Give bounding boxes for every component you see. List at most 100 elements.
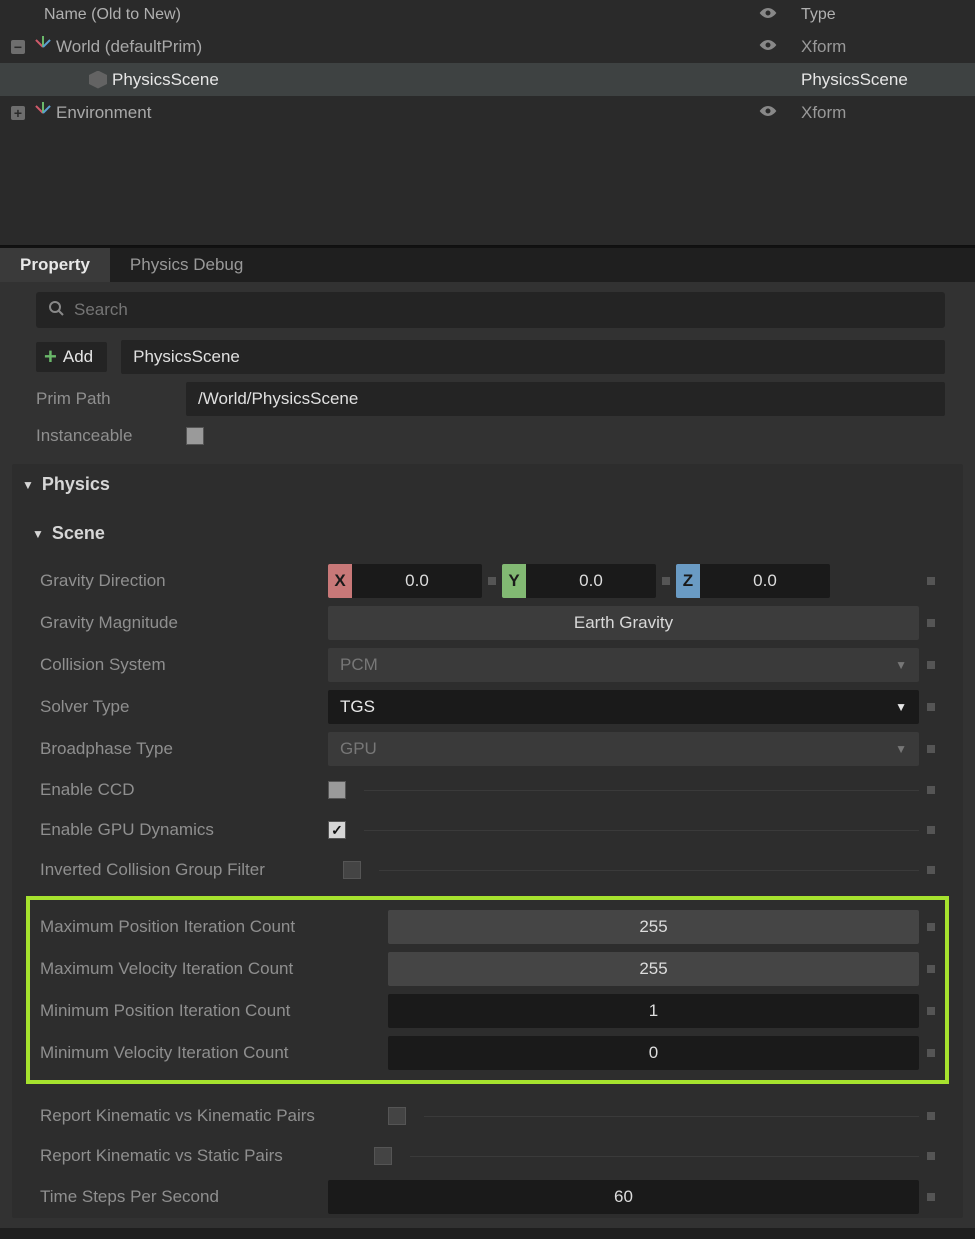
section-scene: ▼ Scene Gravity Direction X (26, 513, 949, 1218)
prim-path-label: Prim Path (36, 389, 172, 409)
tree-item-name: PhysicsScene (112, 70, 743, 90)
section-scene-header[interactable]: ▼ Scene (26, 513, 949, 554)
gravity-y: Y (502, 564, 656, 598)
gravity-x-input[interactable] (352, 564, 482, 598)
tabs-bar: Property Physics Debug (0, 246, 975, 282)
reset-dot[interactable] (927, 703, 935, 711)
reset-dot[interactable] (927, 619, 935, 627)
expand-toggle[interactable]: − (8, 40, 28, 54)
axis-icon (28, 38, 56, 56)
chevron-down-icon: ▼ (22, 478, 34, 492)
enable-gpu-checkbox[interactable] (328, 821, 346, 839)
y-badge: Y (502, 564, 526, 598)
reset-dot[interactable] (927, 661, 935, 669)
tree-item-type: PhysicsScene (793, 70, 967, 90)
reset-dot[interactable] (927, 826, 935, 834)
instanceable-checkbox[interactable] (186, 427, 204, 445)
row-gravity-magnitude: Gravity Magnitude Earth Gravity (40, 602, 935, 644)
outliner-tree: −World (defaultPrim)XformPhysicsScenePhy… (0, 30, 975, 129)
reset-dot[interactable] (927, 866, 935, 874)
reset-dot[interactable] (927, 1112, 935, 1120)
earth-gravity-button[interactable]: Earth Gravity (328, 606, 919, 640)
x-badge: X (328, 564, 352, 598)
reset-dot[interactable] (927, 1152, 935, 1160)
outliner-header-name[interactable]: Name (Old to New) (8, 6, 743, 24)
reset-dot[interactable] (927, 1193, 935, 1201)
reset-dot[interactable] (927, 965, 935, 973)
add-button[interactable]: + Add (36, 342, 107, 372)
search-row (36, 292, 945, 328)
outliner-header-type: Type (793, 6, 967, 24)
visibility-header-icon (743, 6, 793, 25)
cube-icon (84, 71, 112, 89)
tree-row[interactable]: − World (defaultPrim) Xform (0, 30, 975, 63)
reset-dot[interactable] (927, 1007, 935, 1015)
property-panel: + Add PhysicsScene Prim Path /World/Phys… (0, 282, 975, 1228)
inverted-filter-checkbox[interactable] (343, 861, 361, 879)
instanceable-label: Instanceable (36, 426, 172, 446)
reset-dot[interactable] (927, 786, 935, 794)
tree-item-type: Xform (793, 37, 967, 57)
row-enable-gpu: Enable GPU Dynamics (40, 810, 935, 850)
row-max-vel-iter: Maximum Velocity Iteration Count (40, 948, 935, 990)
tree-item-name: Environment (56, 103, 743, 123)
chevron-down-icon: ▼ (889, 658, 907, 672)
plus-icon: + (44, 346, 57, 368)
row-inverted-filter: Inverted Collision Group Filter (40, 850, 935, 890)
row-report-ks: Report Kinematic vs Static Pairs (40, 1136, 935, 1176)
tab-physics-debug[interactable]: Physics Debug (110, 248, 263, 282)
row-tsps: Time Steps Per Second (40, 1176, 935, 1218)
chevron-down-icon: ▼ (889, 700, 907, 714)
tree-row[interactable]: +EnvironmentXform (0, 96, 975, 129)
row-solver-type: Solver Type TGS▼ (40, 686, 935, 728)
tsps-input[interactable] (328, 1180, 919, 1214)
row-enable-ccd: Enable CCD (40, 770, 935, 810)
solver-type-select[interactable]: TGS▼ (328, 690, 919, 724)
reset-dot[interactable] (927, 745, 935, 753)
visibility-toggle[interactable] (743, 103, 793, 123)
max-pos-input[interactable] (388, 910, 919, 944)
row-max-pos-iter: Maximum Position Iteration Count (40, 906, 935, 948)
tree-row[interactable]: PhysicsScene PhysicsScene (0, 63, 975, 96)
min-pos-input[interactable] (388, 994, 919, 1028)
report-kk-checkbox[interactable] (388, 1107, 406, 1125)
tree-item-name: World (defaultPrim) (56, 37, 743, 57)
axis-icon (28, 104, 56, 122)
prim-name-field[interactable]: PhysicsScene (121, 340, 945, 374)
add-button-label: Add (63, 347, 93, 367)
iteration-counts-highlight: Maximum Position Iteration Count Maximum… (26, 896, 949, 1084)
max-vel-input[interactable] (388, 952, 919, 986)
chevron-down-icon: ▼ (32, 527, 44, 541)
broadphase-select[interactable]: GPU▼ (328, 732, 919, 766)
outliner-header: Name (Old to New) Type (0, 0, 975, 30)
section-physics-header[interactable]: ▼ Physics (12, 464, 963, 505)
z-badge: Z (676, 564, 700, 598)
chevron-down-icon: ▼ (889, 742, 907, 756)
gravity-y-input[interactable] (526, 564, 656, 598)
min-vel-input[interactable] (388, 1036, 919, 1070)
section-physics: ▼ Physics ▼ Scene Gravity Direction X (12, 464, 963, 1218)
visibility-toggle[interactable] (743, 37, 793, 57)
gravity-z: Z (676, 564, 830, 598)
search-input[interactable] (74, 300, 933, 320)
row-report-kk: Report Kinematic vs Kinematic Pairs (40, 1096, 935, 1136)
reset-dot[interactable] (488, 577, 496, 585)
reset-dot[interactable] (927, 923, 935, 931)
collision-system-select[interactable]: PCM▼ (328, 648, 919, 682)
tab-property[interactable]: Property (0, 248, 110, 282)
outliner-panel: Name (Old to New) Type − World (defaultPr… (0, 0, 975, 246)
row-min-pos-iter: Minimum Position Iteration Count (40, 990, 935, 1032)
row-min-vel-iter: Minimum Velocity Iteration Count (40, 1032, 935, 1074)
enable-ccd-checkbox[interactable] (328, 781, 346, 799)
row-broadphase-type: Broadphase Type GPU▼ (40, 728, 935, 770)
row-gravity-direction: Gravity Direction X Y (40, 560, 935, 602)
prim-path-field[interactable]: /World/PhysicsScene (186, 382, 945, 416)
expand-toggle[interactable]: + (8, 106, 28, 120)
gravity-x: X (328, 564, 482, 598)
reset-dot[interactable] (927, 577, 935, 585)
reset-dot[interactable] (662, 577, 670, 585)
reset-dot[interactable] (927, 1049, 935, 1057)
search-icon (48, 300, 64, 321)
report-ks-checkbox[interactable] (374, 1147, 392, 1165)
gravity-z-input[interactable] (700, 564, 830, 598)
